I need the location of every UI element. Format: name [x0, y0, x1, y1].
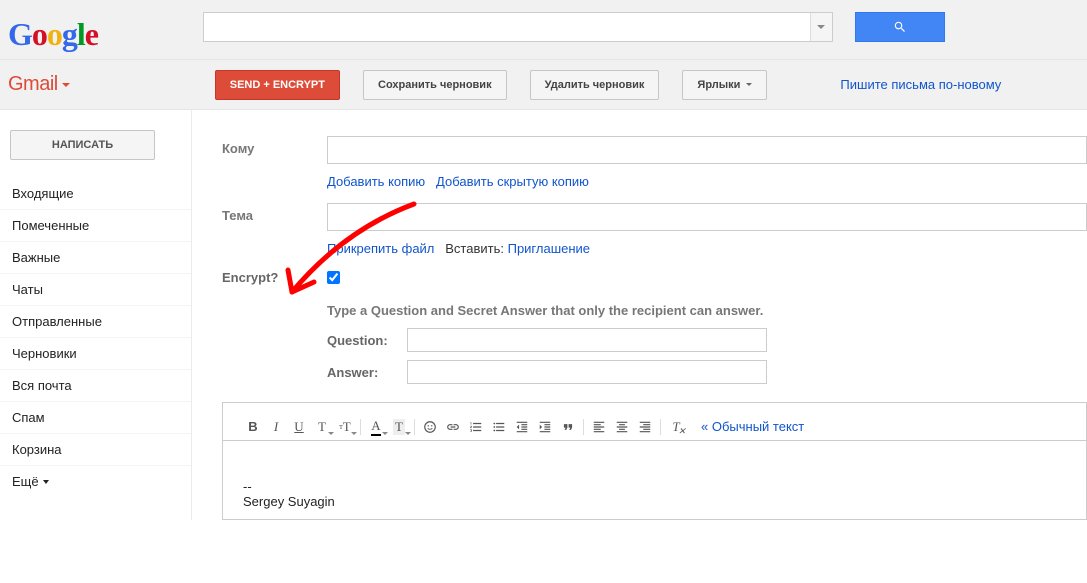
align-right-button[interactable] [635, 417, 655, 437]
search-button[interactable] [855, 12, 945, 42]
question-label: Question: [327, 333, 407, 348]
sidebar-item-chats[interactable]: Чаты [0, 274, 191, 306]
google-logo: Google [8, 16, 98, 53]
quote-button[interactable] [558, 417, 578, 437]
divider [360, 419, 361, 435]
align-right-icon [638, 420, 652, 434]
global-header: Google [0, 0, 1087, 60]
ul-icon [492, 420, 506, 434]
highlight-button[interactable]: T [389, 417, 409, 437]
save-draft-button[interactable]: Сохранить черновик [363, 70, 507, 100]
answer-input[interactable] [407, 360, 767, 384]
compose-button[interactable]: НАПИСАТЬ [10, 130, 155, 160]
subject-label: Тема [222, 203, 327, 223]
emoji-button[interactable] [420, 417, 440, 437]
sidebar-item-sent[interactable]: Отправленные [0, 306, 191, 338]
divider [660, 419, 661, 435]
align-center-button[interactable] [612, 417, 632, 437]
attach-links: Прикрепить файл Вставить: Приглашение [327, 241, 1087, 256]
add-cc-link[interactable]: Добавить копию [327, 174, 425, 189]
align-center-icon [615, 420, 629, 434]
answer-label: Answer: [327, 365, 407, 380]
align-left-icon [592, 420, 606, 434]
format-toolbar: B I U T тT A T T✕ « Обычный текст [222, 402, 1087, 440]
question-input[interactable] [407, 328, 767, 352]
smile-icon [423, 420, 437, 434]
bold-button[interactable]: B [243, 417, 263, 437]
outdent-button[interactable] [512, 417, 532, 437]
sidebar-item-drafts[interactable]: Черновики [0, 338, 191, 370]
cc-links: Добавить копию Добавить скрытую копию [327, 174, 1087, 189]
bullet-list-button[interactable] [489, 417, 509, 437]
compose-form: Кому Добавить копию Добавить скрытую коп… [192, 110, 1087, 520]
sidebar: НАПИСАТЬ Входящие Помеченные Важные Чаты… [0, 110, 192, 520]
encrypt-checkbox[interactable] [327, 271, 340, 284]
to-input[interactable] [327, 136, 1087, 164]
text-color-button[interactable]: A [366, 417, 386, 437]
divider [414, 419, 415, 435]
underline-button[interactable]: U [289, 417, 309, 437]
encrypt-row: Encrypt? [222, 270, 1087, 285]
product-switcher[interactable]: Gmail [8, 73, 70, 96]
send-encrypt-button[interactable]: SEND + ENCRYPT [215, 70, 340, 100]
signature-name: Sergey Suyagin [243, 494, 1066, 509]
signature-separator: -- [243, 479, 1066, 494]
search-area [203, 12, 945, 42]
compose-body[interactable]: -- Sergey Suyagin [222, 440, 1087, 520]
labels-button[interactable]: Ярлыки [682, 70, 767, 100]
ol-icon [469, 420, 483, 434]
add-bcc-link[interactable]: Добавить скрытую копию [436, 174, 589, 189]
font-family-button[interactable]: T [312, 417, 332, 437]
plain-text-link[interactable]: « Обычный текст [701, 419, 804, 434]
encrypt-hint: Type a Question and Secret Answer that o… [327, 303, 1087, 318]
divider [583, 419, 584, 435]
attach-file-link[interactable]: Прикрепить файл [327, 241, 434, 256]
toolbar: Gmail SEND + ENCRYPT Сохранить черновик … [0, 60, 1087, 110]
content: НАПИСАТЬ Входящие Помеченные Важные Чаты… [0, 110, 1087, 520]
search-input-wrapper[interactable] [203, 12, 833, 42]
to-label: Кому [222, 136, 327, 156]
sidebar-item-allmail[interactable]: Вся почта [0, 370, 191, 402]
indent-button[interactable] [535, 417, 555, 437]
subject-input[interactable] [327, 203, 1087, 231]
sidebar-item-inbox[interactable]: Входящие [0, 178, 191, 210]
encrypt-label: Encrypt? [222, 270, 327, 285]
font-size-button[interactable]: тT [335, 417, 355, 437]
quote-icon [561, 420, 575, 434]
clear-format-button[interactable]: T✕ [666, 417, 686, 437]
insert-label: Вставить: [445, 241, 504, 256]
new-compose-link[interactable]: Пишите письма по-новому [840, 77, 1001, 92]
sidebar-item-important[interactable]: Важные [0, 242, 191, 274]
numbered-list-button[interactable] [466, 417, 486, 437]
sidebar-item-starred[interactable]: Помеченные [0, 210, 191, 242]
indent-icon [538, 420, 552, 434]
link-button[interactable] [443, 417, 463, 437]
link-icon [446, 420, 460, 434]
action-buttons: SEND + ENCRYPT Сохранить черновик Удалит… [215, 70, 1002, 100]
delete-draft-button[interactable]: Удалить черновик [530, 70, 660, 100]
invitation-link[interactable]: Приглашение [508, 241, 590, 256]
search-icon [893, 20, 907, 34]
search-dropdown[interactable] [810, 13, 832, 41]
sidebar-item-spam[interactable]: Спам [0, 402, 191, 434]
sidebar-item-trash[interactable]: Корзина [0, 434, 191, 466]
align-left-button[interactable] [589, 417, 609, 437]
outdent-icon [515, 420, 529, 434]
italic-button[interactable]: I [266, 417, 286, 437]
sidebar-more[interactable]: Ещё [0, 466, 191, 497]
